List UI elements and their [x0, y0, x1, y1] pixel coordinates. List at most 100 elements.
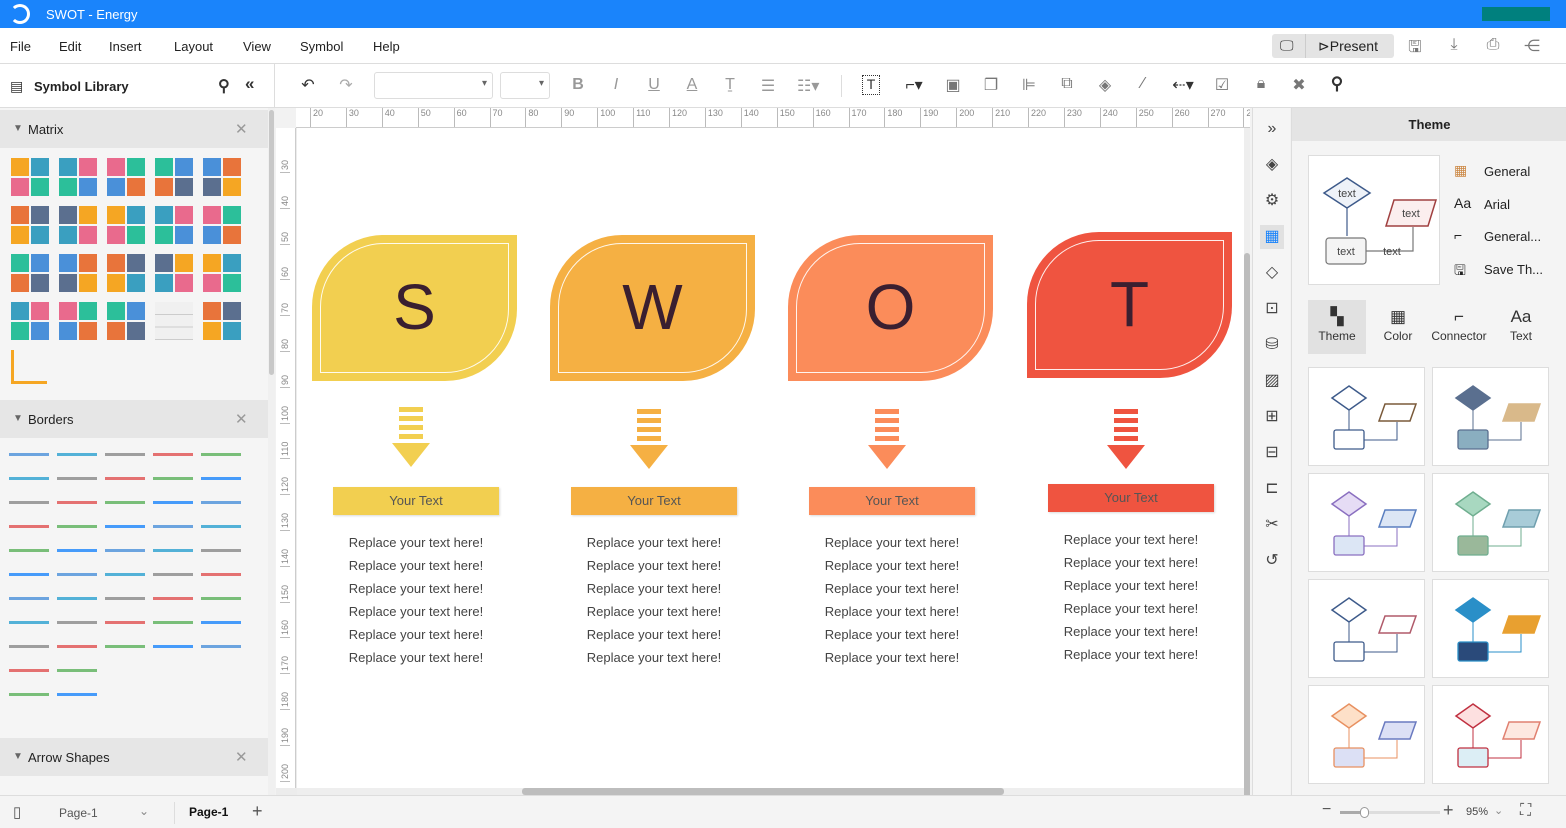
- present-button[interactable]: ⊳Present: [1318, 38, 1378, 55]
- brush-icon[interactable]: ∕: [1132, 75, 1154, 93]
- matrix-symbol[interactable]: [107, 206, 145, 244]
- border-symbol[interactable]: [57, 477, 97, 480]
- border-symbol[interactable]: [153, 621, 193, 624]
- matrix-symbol[interactable]: [59, 158, 97, 196]
- menu-layout[interactable]: Layout: [174, 39, 213, 54]
- menu-help[interactable]: Help: [373, 39, 400, 54]
- download-icon[interactable]: ⤓: [1443, 36, 1465, 54]
- layout-icon[interactable]: ⊟: [1260, 441, 1284, 465]
- scroll-thumb[interactable]: [522, 788, 1004, 795]
- presentation-icon[interactable]: ⊡: [1260, 297, 1284, 321]
- screen-icon[interactable]: 🖵: [1280, 37, 1294, 54]
- menu-edit[interactable]: Edit: [59, 39, 81, 54]
- zoom-level[interactable]: 95%: [1466, 806, 1488, 818]
- menu-symbol[interactable]: Symbol: [300, 39, 343, 54]
- scroll-thumb[interactable]: [269, 110, 274, 375]
- border-symbol[interactable]: [9, 549, 49, 552]
- border-symbol[interactable]: [201, 645, 241, 648]
- border-symbol[interactable]: [153, 645, 193, 648]
- font-color-icon[interactable]: A: [681, 76, 703, 94]
- text-item[interactable]: Replace your text here!: [333, 600, 499, 623]
- collapse-icon[interactable]: «: [245, 74, 254, 94]
- border-symbol[interactable]: [57, 669, 97, 672]
- border-symbol[interactable]: [9, 477, 49, 480]
- matrix-symbol[interactable]: [59, 206, 97, 244]
- text-item[interactable]: Replace your text here!: [1048, 551, 1214, 574]
- border-symbol[interactable]: [201, 453, 241, 456]
- connector-icon[interactable]: ⌐▾: [903, 75, 925, 95]
- redo-icon[interactable]: ↷: [335, 75, 357, 95]
- border-symbol[interactable]: [57, 597, 97, 600]
- border-symbol[interactable]: [201, 573, 241, 576]
- text-item[interactable]: Replace your text here!: [333, 554, 499, 577]
- text-list[interactable]: Replace your text here! Replace your text…: [809, 531, 975, 669]
- matrix-symbol[interactable]: [203, 254, 241, 292]
- share-icon[interactable]: ⋲: [1521, 36, 1543, 56]
- add-page-icon[interactable]: +: [252, 801, 263, 822]
- zoom-in-icon[interactable]: +: [1443, 800, 1454, 821]
- text-item[interactable]: Replace your text here!: [333, 623, 499, 646]
- tab-theme[interactable]: ▚ Theme: [1308, 300, 1366, 354]
- text-item[interactable]: Replace your text here!: [571, 554, 737, 577]
- border-symbol[interactable]: [9, 453, 49, 456]
- border-symbol[interactable]: [105, 525, 145, 528]
- matrix-symbol[interactable]: [11, 350, 47, 384]
- text-item[interactable]: Replace your text here!: [1048, 643, 1214, 666]
- tab-color[interactable]: ▦ Color: [1369, 300, 1427, 354]
- label-box[interactable]: Your Text: [571, 487, 737, 515]
- border-symbol[interactable]: [9, 645, 49, 648]
- text-item[interactable]: Replace your text here!: [809, 646, 975, 669]
- fill-icon[interactable]: ◈: [1094, 75, 1116, 95]
- text-item[interactable]: Replace your text here!: [571, 531, 737, 554]
- border-symbol[interactable]: [9, 621, 49, 624]
- matrix-symbol[interactable]: [11, 158, 49, 196]
- swot-shape-w[interactable]: W: [550, 235, 755, 381]
- font-size-select[interactable]: [500, 72, 550, 99]
- border-symbol[interactable]: [201, 525, 241, 528]
- border-symbol[interactable]: [201, 621, 241, 624]
- italic-icon[interactable]: I: [605, 76, 627, 94]
- matrix-symbol[interactable]: [155, 158, 193, 196]
- border-symbol[interactable]: [9, 597, 49, 600]
- align-left-icon[interactable]: ⊫: [1018, 75, 1040, 95]
- label-box[interactable]: Your Text: [809, 487, 975, 515]
- border-symbol[interactable]: [153, 477, 193, 480]
- text-item[interactable]: Replace your text here!: [809, 531, 975, 554]
- border-symbol[interactable]: [57, 621, 97, 624]
- data-icon[interactable]: ⛁: [1260, 333, 1284, 357]
- theme-card[interactable]: [1432, 473, 1549, 572]
- border-symbol[interactable]: [153, 501, 193, 504]
- text-item[interactable]: Replace your text here!: [809, 600, 975, 623]
- zoom-slider-handle[interactable]: [1359, 807, 1369, 818]
- close-icon[interactable]: ✕: [235, 410, 248, 428]
- page-selector[interactable]: Page-1: [59, 806, 98, 820]
- tab-text[interactable]: Aa Text: [1492, 300, 1550, 354]
- tools-icon[interactable]: ✖: [1288, 75, 1310, 95]
- format-icon[interactable]: ⚙: [1260, 189, 1284, 213]
- swot-shape-t[interactable]: T: [1027, 232, 1232, 378]
- matrix-symbol[interactable]: [59, 254, 97, 292]
- undo-icon[interactable]: ↶: [297, 75, 319, 95]
- border-symbol[interactable]: [201, 501, 241, 504]
- matrix-symbol[interactable]: [155, 254, 193, 292]
- matrix-symbol[interactable]: [59, 302, 97, 340]
- zoom-slider[interactable]: [1340, 807, 1440, 818]
- line-style-icon[interactable]: ⇠▾: [1172, 75, 1194, 95]
- text-box-icon[interactable]: T: [862, 75, 880, 95]
- border-symbol[interactable]: [153, 597, 193, 600]
- border-symbol[interactable]: [57, 645, 97, 648]
- canvas-horizontal-scrollbar[interactable]: [297, 788, 1244, 795]
- text-item[interactable]: Replace your text here!: [1048, 597, 1214, 620]
- section-arrow-shapes[interactable]: ▼ Arrow Shapes ✕: [0, 738, 268, 776]
- bold-icon[interactable]: B: [567, 76, 589, 94]
- section-matrix[interactable]: ▼ Matrix ✕: [0, 110, 268, 148]
- page-view-icon[interactable]: ▯: [13, 803, 21, 821]
- theme-card[interactable]: [1308, 367, 1425, 466]
- theme-card[interactable]: [1308, 685, 1425, 784]
- swot-shape-o[interactable]: O: [788, 235, 993, 381]
- text-list[interactable]: Replace your text here! Replace your text…: [333, 531, 499, 669]
- text-list[interactable]: Replace your text here! Replace your text…: [571, 531, 737, 669]
- border-symbol[interactable]: [201, 597, 241, 600]
- border-symbol[interactable]: [153, 573, 193, 576]
- text-item[interactable]: Replace your text here!: [333, 577, 499, 600]
